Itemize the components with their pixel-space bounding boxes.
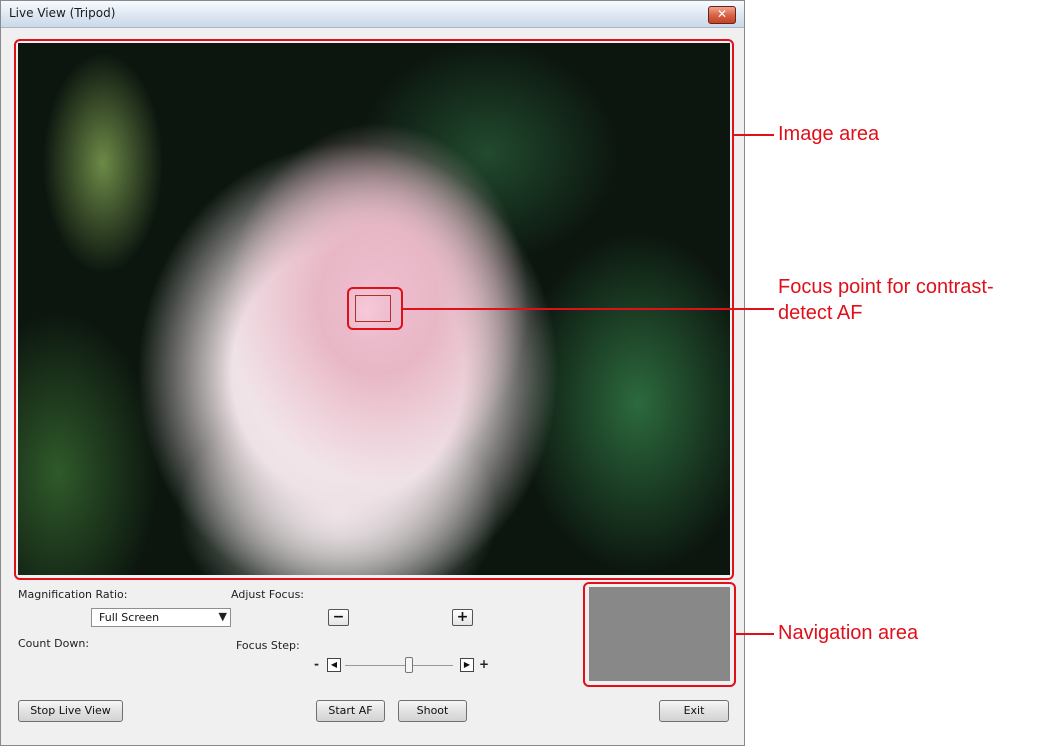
focus-near-button[interactable]: − bbox=[328, 609, 349, 626]
count-down-label: Count Down: bbox=[18, 637, 90, 650]
triangle-left-icon: ◀ bbox=[330, 660, 338, 669]
image-area-callout: Image area bbox=[778, 123, 880, 145]
close-button[interactable]: ✕ bbox=[708, 6, 736, 24]
focus-point-callout-line1: Focus point for contrast- bbox=[778, 276, 994, 298]
focus-step-slider-track[interactable] bbox=[345, 665, 453, 666]
focus-point-callout-line bbox=[403, 308, 774, 310]
focus-far-button[interactable]: + bbox=[452, 609, 473, 626]
magnification-ratio-select[interactable]: Full Screen ▼ bbox=[91, 608, 231, 627]
plus-icon: + bbox=[456, 609, 469, 625]
start-af-button[interactable]: Start AF bbox=[316, 700, 385, 722]
shoot-button[interactable]: Shoot bbox=[398, 700, 467, 722]
focus-point-callout-line2: detect AF bbox=[778, 302, 863, 324]
focus-step-decrease-button[interactable]: ◀ bbox=[327, 658, 341, 672]
chevron-down-icon: ▼ bbox=[218, 610, 227, 623]
navigation-area-callout-line bbox=[736, 633, 774, 635]
exit-button[interactable]: Exit bbox=[659, 700, 729, 722]
adjust-focus-label: Adjust Focus: bbox=[231, 588, 305, 601]
close-icon: ✕ bbox=[716, 7, 728, 21]
focus-step-minus-label: - bbox=[314, 657, 319, 671]
window-title: Live View (Tripod) bbox=[9, 6, 116, 20]
focus-step-label: Focus Step: bbox=[236, 639, 300, 652]
stop-live-view-button[interactable]: Stop Live View bbox=[18, 700, 123, 722]
navigation-area-highlight bbox=[583, 582, 736, 687]
focus-step-plus-label: + bbox=[479, 657, 490, 671]
image-area-callout-line bbox=[734, 134, 774, 136]
magnification-ratio-value: Full Screen bbox=[99, 611, 160, 624]
magnification-ratio-label: Magnification Ratio: bbox=[18, 588, 128, 601]
title-bar[interactable]: Live View (Tripod) ✕ bbox=[1, 1, 744, 28]
focus-step-slider-thumb[interactable] bbox=[405, 657, 413, 673]
navigation-area-callout: Navigation area bbox=[778, 622, 919, 644]
minus-icon: − bbox=[332, 609, 345, 625]
focus-point-frame[interactable] bbox=[355, 295, 391, 322]
triangle-right-icon: ▶ bbox=[463, 660, 471, 669]
focus-step-increase-button[interactable]: ▶ bbox=[460, 658, 474, 672]
